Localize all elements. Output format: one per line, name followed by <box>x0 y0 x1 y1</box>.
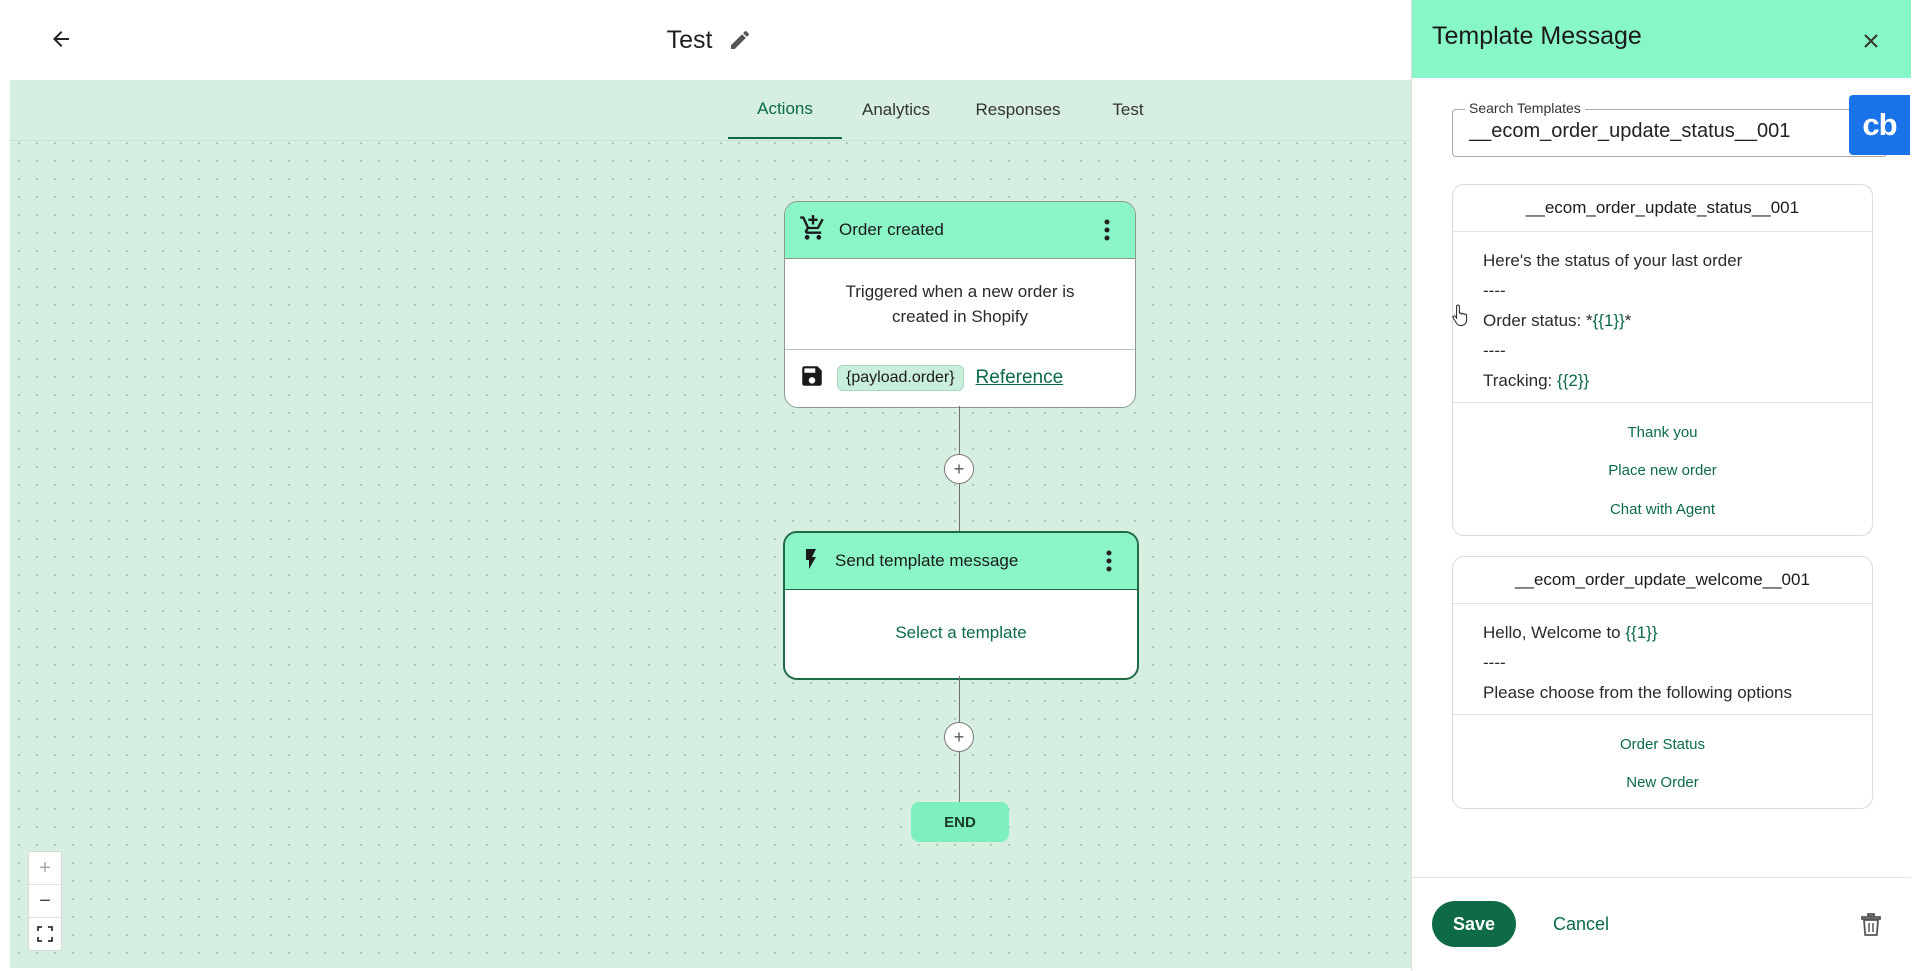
search-input[interactable] <box>1469 120 1849 143</box>
template-line: Tracking: {{2}} <box>1483 371 1590 390</box>
search-templates-field[interactable]: Search Templates <box>1452 100 1887 157</box>
hand-cursor-icon <box>1452 303 1470 327</box>
template-quick-reply: Thank you <box>1627 423 1698 441</box>
action-node-header: Send template message <box>785 533 1137 590</box>
template-quick-reply: Place new order <box>1608 462 1717 480</box>
pencil-icon[interactable] <box>726 26 754 54</box>
cart-plus-icon <box>799 214 827 247</box>
template-line: ---- <box>1483 341 1506 360</box>
variable-chip[interactable]: {payload.order} <box>837 365 964 391</box>
template-line: Order status: *{{1}}* <box>1483 311 1632 330</box>
template-line: Here's the status of your last order <box>1483 251 1743 270</box>
template-quick-reply: New Order <box>1626 774 1699 792</box>
title-wrap: Test <box>10 0 1411 80</box>
cancel-button[interactable]: Cancel <box>1544 901 1618 947</box>
template-name: __ecom_order_update_welcome__001 <box>1453 557 1872 604</box>
add-step-button[interactable]: + <box>944 722 974 752</box>
zoom-out-button[interactable]: − <box>29 885 61 918</box>
end-node[interactable]: END <box>911 802 1009 842</box>
template-name: __ecom_order_update_status__001 <box>1453 185 1872 232</box>
trigger-node-title: Order created <box>839 220 944 239</box>
save-floppy-icon <box>799 363 825 394</box>
template-line: Hello, Welcome to {{1}} <box>1483 623 1658 642</box>
tab-test[interactable]: Test <box>1100 80 1156 139</box>
panel-title: Template Message <box>1432 22 1642 50</box>
action-node-title: Send template message <box>835 551 1019 570</box>
template-quick-reply: Chat with Agent <box>1609 500 1716 518</box>
top-bar: Test <box>10 0 1411 80</box>
more-vertical-icon[interactable] <box>1099 549 1119 573</box>
close-icon[interactable] <box>1858 28 1884 54</box>
tab-actions[interactable]: Actions <box>728 80 842 139</box>
template-panel: Template Message Search Templates __ecom… <box>1411 0 1911 970</box>
panel-header: Template Message <box>1412 0 1911 78</box>
cb-badge[interactable]: cb <box>1849 95 1910 155</box>
template-buttons: Thank you Place new order Chat with Agen… <box>1453 402 1872 535</box>
save-button[interactable]: Save <box>1432 901 1516 947</box>
panel-footer: Save Cancel <box>1412 877 1911 971</box>
zoom-in-button[interactable]: + <box>29 852 61 885</box>
template-card[interactable]: __ecom_order_update_status__001 Here's t… <box>1452 184 1873 536</box>
search-templates-label: Search Templates <box>1465 100 1585 116</box>
trigger-node-header: Order created <box>785 202 1135 259</box>
select-template-link[interactable]: Select a template <box>785 590 1137 675</box>
lightning-icon <box>799 547 823 576</box>
more-vertical-icon[interactable] <box>1097 218 1117 242</box>
trigger-node-footer: {payload.order} Reference <box>785 349 1135 406</box>
trash-icon[interactable] <box>1858 911 1884 939</box>
tab-analytics[interactable]: Analytics <box>856 80 936 139</box>
zoom-controls: + − <box>28 851 62 951</box>
tab-bar: Actions Analytics Responses Test <box>10 80 1411 141</box>
template-line: ---- <box>1483 653 1506 672</box>
template-quick-reply: Order Status <box>1619 735 1706 753</box>
page-title: Test <box>666 25 713 54</box>
tab-responses[interactable]: Responses <box>970 80 1066 139</box>
template-body: Here's the status of your last order ---… <box>1453 232 1872 402</box>
template-buttons: Order Status New Order <box>1453 714 1872 808</box>
template-line: ---- <box>1483 281 1506 300</box>
trigger-node[interactable]: Order created Triggered when a new order… <box>784 201 1136 408</box>
trigger-node-description: Triggered when a new order is created in… <box>845 282 1075 326</box>
action-node[interactable]: Send template message Select a template <box>783 531 1139 680</box>
template-line: Please choose from the following options <box>1483 683 1793 702</box>
flow-canvas[interactable]: Actions Analytics Responses Test Order c… <box>10 80 1411 968</box>
fit-view-icon[interactable] <box>29 918 61 950</box>
template-card[interactable]: __ecom_order_update_welcome__001 Hello, … <box>1452 556 1873 809</box>
template-body: Hello, Welcome to {{1}} ---- Please choo… <box>1453 604 1872 714</box>
add-step-button[interactable]: + <box>944 454 974 484</box>
reference-link[interactable]: Reference <box>976 367 1064 389</box>
